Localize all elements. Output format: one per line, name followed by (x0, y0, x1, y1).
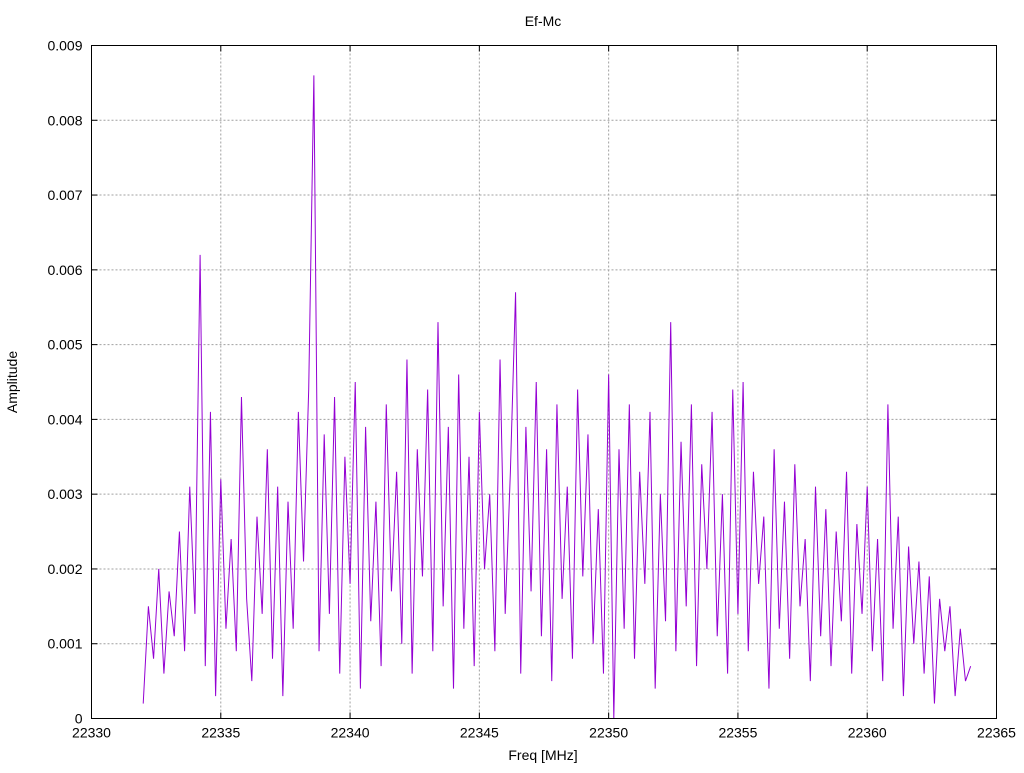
y-tick-label: 0.008 (47, 112, 82, 128)
x-tick-label: 22355 (718, 725, 757, 741)
tick-labels: 22330 22335 22340 22345 22350 22355 22360 22365… (47, 38, 1016, 741)
y-tick-label: 0.004 (47, 411, 82, 427)
y-axis-label: Amplitude (4, 351, 20, 413)
x-tick-label: 22330 (72, 725, 111, 741)
x-tick-label: 22335 (201, 725, 240, 741)
plot-frame (91, 45, 997, 719)
x-tick-label: 22340 (331, 725, 370, 741)
y-tick-label: 0 (75, 711, 83, 727)
y-tick-label: 0.009 (47, 38, 82, 54)
x-tick-label: 22345 (460, 725, 499, 741)
x-tick-label: 22350 (589, 725, 628, 741)
y-tick-label: 0.006 (47, 262, 82, 278)
y-tick-label: 0.005 (47, 337, 82, 353)
grid (91, 45, 997, 719)
y-tick-label: 0.003 (47, 486, 82, 502)
x-tick-label: 22365 (977, 725, 1016, 741)
chart-title: Ef-Mc (525, 13, 562, 29)
x-tick-label: 22360 (848, 725, 887, 741)
y-tick-label: 0.002 (47, 561, 82, 577)
chart: 22330 22335 22340 22345 22350 22355 22360 22365… (4, 13, 1016, 763)
y-tick-label: 0.007 (47, 187, 82, 203)
series-line (142, 75, 972, 719)
y-tick-label: 0.001 (47, 636, 82, 652)
x-axis-label: Freq [MHz] (508, 747, 577, 763)
